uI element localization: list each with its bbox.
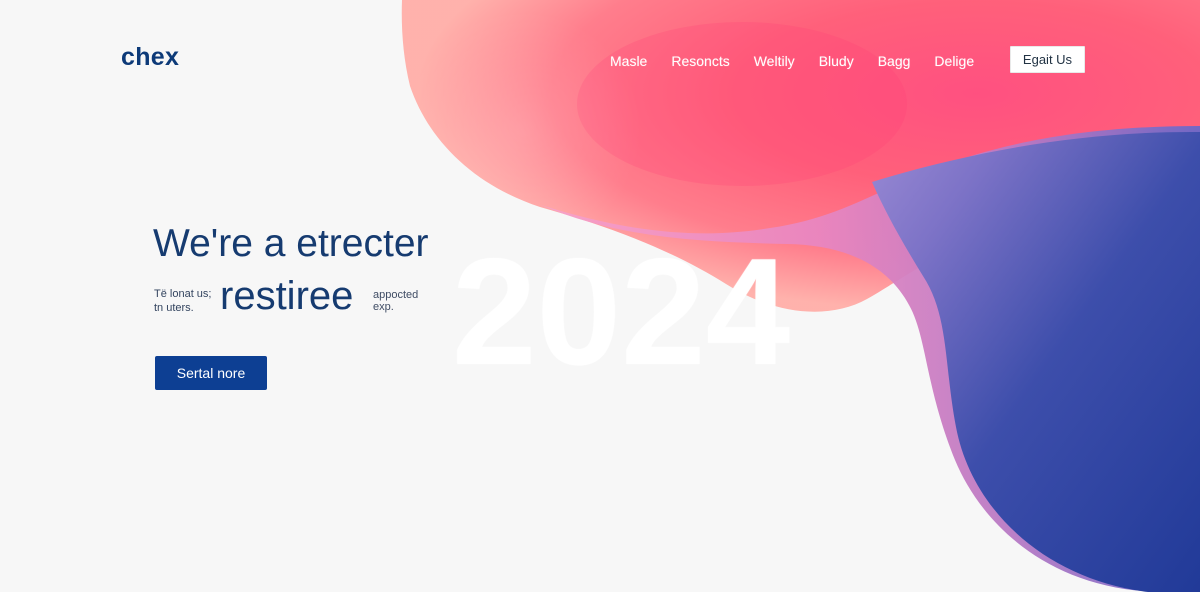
nav-item-bagg[interactable]: Bagg <box>878 52 911 70</box>
hero-left-copy-line-2: tn uters. <box>154 302 194 314</box>
hero-right-copy-line-2: exp. <box>373 301 394 313</box>
hero-left-copy-line-1: Të lonat us; <box>154 288 212 300</box>
main-navigation: Masle Resoncts Weltily Bludy Bagg Delige <box>610 52 998 70</box>
landing-page: 2024 chex Masle Resoncts Weltily Bludy B… <box>0 0 1200 592</box>
nav-item-bludy[interactable]: Bludy <box>819 52 854 70</box>
hero-right-copy-line-1: appocted <box>373 289 419 301</box>
nav-item-weltily[interactable]: Weltily <box>754 52 795 70</box>
hero-subtitle: restiree <box>220 274 354 318</box>
nav-item-resoncts[interactable]: Resoncts <box>671 52 729 70</box>
hero-title: We're a etrecter <box>153 222 429 265</box>
hero-cta-button[interactable]: Sertal nore <box>155 356 267 390</box>
hero-year: 2024 <box>452 227 791 397</box>
hero-right-copy: appocted exp. <box>373 289 418 313</box>
hero-left-copy: Të lonat us; tn uters. <box>154 287 222 315</box>
nav-contact-button[interactable]: Egait Us <box>1010 46 1085 73</box>
nav-item-masle[interactable]: Masle <box>610 52 647 70</box>
nav-item-delige[interactable]: Delige <box>934 52 974 70</box>
brand-logo[interactable]: chex <box>121 43 179 72</box>
